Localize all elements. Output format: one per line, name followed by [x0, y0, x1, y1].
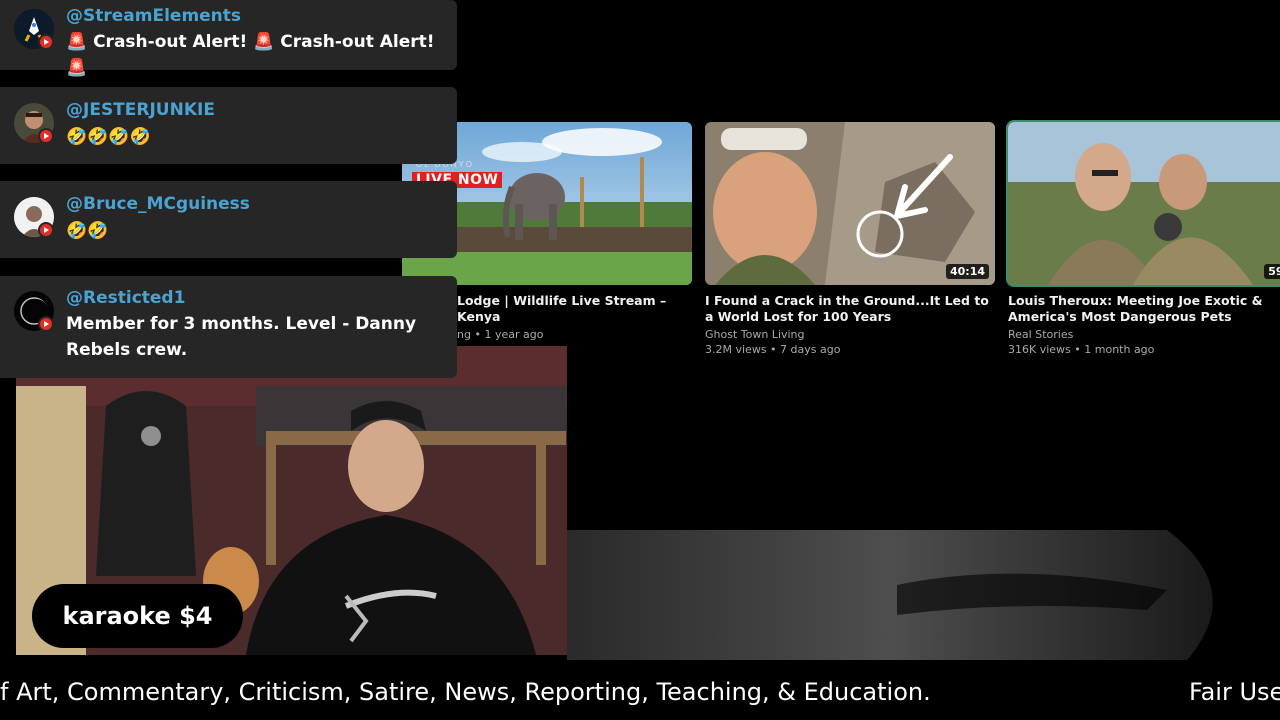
chat-message: @JESTERJUNKIE 🤣🤣🤣🤣	[0, 87, 457, 164]
karaoke-price-label: karaoke $4	[32, 584, 243, 648]
chat-message-text: 🤣🤣	[66, 221, 109, 241]
chat-username[interactable]: @Resticted1	[66, 288, 185, 308]
video-duration: 40:14	[945, 264, 989, 279]
video-thumbnail[interactable]: 59:	[1006, 120, 1280, 287]
video-title[interactable]: I Found a Crack in the Ground...It Led t…	[705, 293, 995, 325]
video-thumbnail[interactable]: 40:14	[705, 122, 995, 285]
youtube-icon	[38, 316, 54, 332]
video-channel-name[interactable]: Ghost Town Living	[705, 327, 995, 342]
video-duration: 59:	[1264, 264, 1280, 279]
video-meta: 316K views • 1 month ago	[1008, 343, 1155, 356]
youtube-icon	[38, 128, 54, 144]
video-card-crack[interactable]: 40:14 I Found a Crack in the Ground...It…	[705, 122, 995, 357]
video-title[interactable]: Louis Theroux: Meeting Joe Exotic & Amer…	[1008, 293, 1280, 325]
chat-message-text: Member for 3 months. Level - Danny Rebel…	[66, 314, 417, 360]
video-card-louis-theroux[interactable]: 59: Louis Theroux: Meeting Joe Exotic & …	[1006, 120, 1280, 357]
chat-message-text: 🤣🤣🤣🤣	[66, 127, 151, 147]
video-meta: • 1 year ago	[474, 328, 544, 341]
ticker-text: f Art, Commentary, Criticism, Satire, Ne…	[0, 678, 931, 706]
chat-message: @Resticted1 Member for 3 months. Level -…	[0, 276, 457, 378]
chat-message: @StreamElements 🚨 Crash-out Alert! 🚨 Cra…	[0, 0, 457, 78]
video-meta: 3.2M views • 7 days ago	[705, 343, 841, 356]
youtube-icon	[38, 222, 54, 238]
video-channel-name[interactable]: Real Stories	[1008, 327, 1280, 342]
background-shape	[567, 530, 1213, 660]
chat-username[interactable]: @StreamElements	[66, 6, 241, 26]
youtube-icon	[38, 34, 54, 50]
ticker-text: Fair Use	[1189, 678, 1280, 706]
chat-message: @Bruce_MCguiness 🤣🤣	[0, 181, 457, 258]
fair-use-ticker: f Art, Commentary, Criticism, Satire, Ne…	[0, 672, 1280, 716]
chat-message-text: 🚨 Crash-out Alert! 🚨 Crash-out Alert! 🚨	[66, 32, 435, 78]
chat-username[interactable]: @Bruce_MCguiness	[66, 194, 250, 214]
video-channel-name[interactable]: ng	[457, 328, 471, 341]
chat-username[interactable]: @JESTERJUNKIE	[66, 100, 215, 120]
